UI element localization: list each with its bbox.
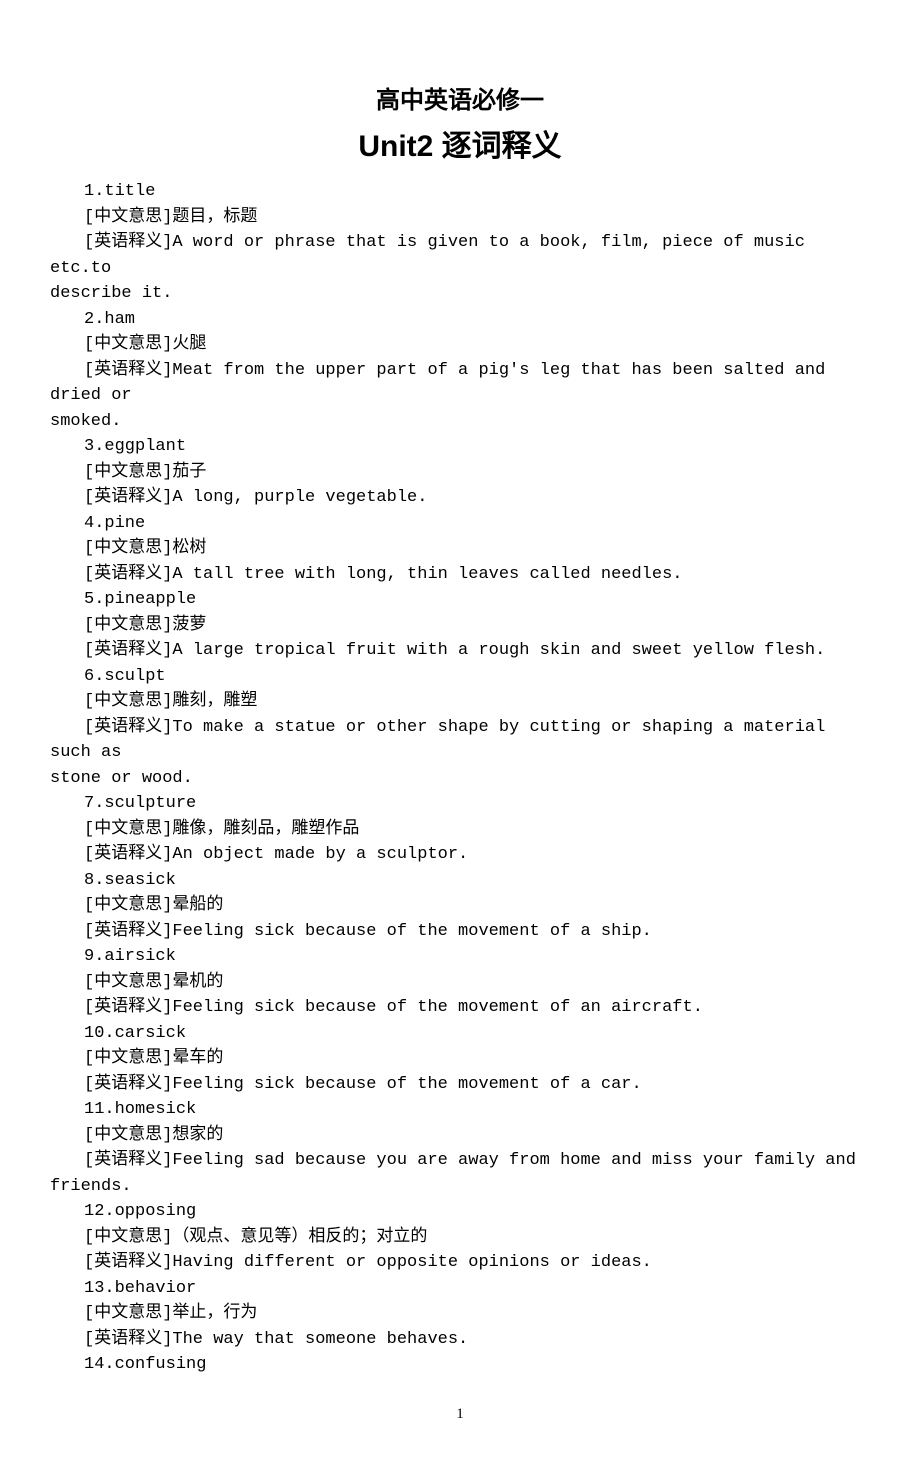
entry-word: 3.eggplant — [50, 434, 870, 460]
entry-chinese-meaning: [中文意思]题目，标题 — [50, 205, 870, 231]
entry-english-definition: [英语释义]Feeling sick because of the moveme… — [50, 1072, 870, 1098]
entry-english-definition: [英语释义]A tall tree with long, thin leaves… — [50, 562, 870, 588]
entry-chinese-meaning: [中文意思]松树 — [50, 536, 870, 562]
entry-english-definition-continuation: describe it. — [50, 281, 870, 307]
document-page: 高中英语必修一 Unit2 逐词释义 1.title[中文意思]题目，标题[英语… — [0, 0, 920, 1463]
entry-word: 2.ham — [50, 307, 870, 333]
page-number: 1 — [50, 1406, 870, 1423]
entry-english-definition: [英语释义]Feeling sad because you are away f… — [50, 1148, 870, 1174]
entry-word: 14.confusing — [50, 1352, 870, 1378]
entry-word: 8.seasick — [50, 868, 870, 894]
entry-english-definition: [英语释义]A long, purple vegetable. — [50, 485, 870, 511]
entry-chinese-meaning: [中文意思]举止，行为 — [50, 1301, 870, 1327]
entry-chinese-meaning: [中文意思]晕车的 — [50, 1046, 870, 1072]
entry-english-definition: [英语释义]A word or phrase that is given to … — [50, 230, 870, 281]
entry-word: 5.pineapple — [50, 587, 870, 613]
vocabulary-list: 1.title[中文意思]题目，标题[英语释义]A word or phrase… — [50, 179, 870, 1378]
entry-english-definition: [英语释义]The way that someone behaves. — [50, 1327, 870, 1353]
entry-word: 7.sculpture — [50, 791, 870, 817]
entry-word: 9.airsick — [50, 944, 870, 970]
entry-english-definition: [英语释义]Feeling sick because of the moveme… — [50, 919, 870, 945]
entry-english-definition: [英语释义]To make a statue or other shape by… — [50, 715, 870, 766]
entry-english-definition: [英语释义]Meat from the upper part of a pig'… — [50, 358, 870, 409]
entry-chinese-meaning: [中文意思]（观点、意见等）相反的；对立的 — [50, 1225, 870, 1251]
entry-english-definition: [英语释义]Having different or opposite opini… — [50, 1250, 870, 1276]
entry-word: 10.carsick — [50, 1021, 870, 1047]
entry-english-definition-continuation: stone or wood. — [50, 766, 870, 792]
entry-word: 13.behavior — [50, 1276, 870, 1302]
entry-chinese-meaning: [中文意思]雕刻，雕塑 — [50, 689, 870, 715]
entry-word: 12.opposing — [50, 1199, 870, 1225]
sub-title: Unit2 逐词释义 — [50, 121, 870, 165]
entry-english-definition: [英语释义]An object made by a sculptor. — [50, 842, 870, 868]
entry-chinese-meaning: [中文意思]雕像，雕刻品，雕塑作品 — [50, 817, 870, 843]
entry-word: 11.homesick — [50, 1097, 870, 1123]
entry-chinese-meaning: [中文意思]想家的 — [50, 1123, 870, 1149]
entry-chinese-meaning: [中文意思]茄子 — [50, 460, 870, 486]
entry-english-definition: [英语释义]Feeling sick because of the moveme… — [50, 995, 870, 1021]
entry-chinese-meaning: [中文意思]菠萝 — [50, 613, 870, 639]
entry-chinese-meaning: [中文意思]晕船的 — [50, 893, 870, 919]
entry-chinese-meaning: [中文意思]晕机的 — [50, 970, 870, 996]
entry-word: 6.sculpt — [50, 664, 870, 690]
entry-english-definition-continuation: smoked. — [50, 409, 870, 435]
main-title: 高中英语必修一 — [50, 80, 870, 115]
entry-english-definition-continuation: friends. — [50, 1174, 870, 1200]
entry-english-definition: [英语释义]A large tropical fruit with a roug… — [50, 638, 870, 664]
entry-word: 4.pine — [50, 511, 870, 537]
entry-word: 1.title — [50, 179, 870, 205]
entry-chinese-meaning: [中文意思]火腿 — [50, 332, 870, 358]
